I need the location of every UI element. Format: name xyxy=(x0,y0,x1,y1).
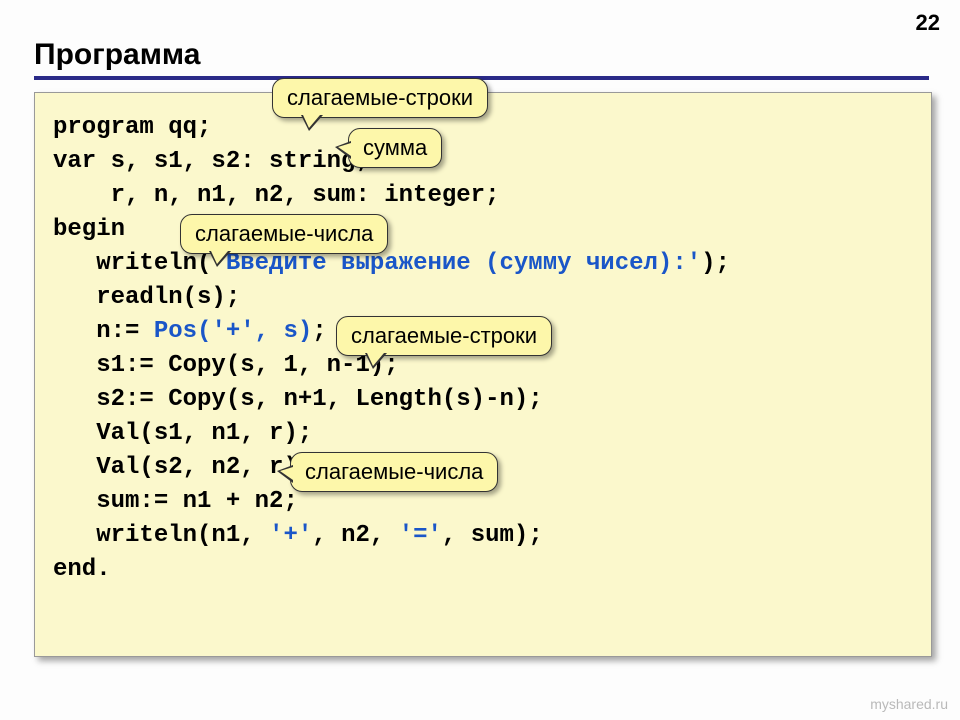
code-line: r, n, n1, n2, sum: integer; xyxy=(53,182,499,209)
code-block: program qq; var s, s1, s2: string; r, n,… xyxy=(34,92,932,657)
callout-sum: сумма xyxy=(348,128,442,168)
code-string: '+' xyxy=(269,522,312,549)
callout-addends-numbers-top: слагаемые-числа xyxy=(180,214,388,254)
code-line: s1:= Copy(s, 1, n-1); xyxy=(53,352,399,379)
code-line: begin xyxy=(53,216,125,243)
callout-addends-strings-top: слагаемые-строки xyxy=(272,78,488,118)
code-line: s2:= Copy(s, n+1, Length(s)-n); xyxy=(53,386,543,413)
code-line: writeln(n1, xyxy=(53,522,269,549)
code-line: , n2, xyxy=(312,522,398,549)
code-line: Val(s2, n2, r); xyxy=(53,454,312,481)
code-line: Val(s1, n1, r); xyxy=(53,420,312,447)
code-string: 'Введите выражение (сумму чисел):' xyxy=(211,250,701,277)
code-line: program qq; xyxy=(53,114,211,141)
code-line: writeln( xyxy=(53,250,211,277)
code-fn: Pos('+', s) xyxy=(154,318,312,345)
code-line: end. xyxy=(53,556,111,583)
code-string: '=' xyxy=(399,522,442,549)
watermark: myshared.ru xyxy=(870,696,948,712)
code-line: , sum); xyxy=(442,522,543,549)
page-number: 22 xyxy=(916,10,940,36)
code-line: var s, s1, s2: string; xyxy=(53,148,370,175)
callout-addends-numbers-bot: слагаемые-числа xyxy=(290,452,498,492)
code-line: sum:= n1 + n2; xyxy=(53,488,298,515)
code-line: n:= xyxy=(53,318,154,345)
slide-title: Программа xyxy=(34,38,929,80)
code-line: ); xyxy=(701,250,730,277)
callout-addends-strings-mid: слагаемые-строки xyxy=(336,316,552,356)
code-line: ; xyxy=(312,318,326,345)
code-line: readln(s); xyxy=(53,284,240,311)
